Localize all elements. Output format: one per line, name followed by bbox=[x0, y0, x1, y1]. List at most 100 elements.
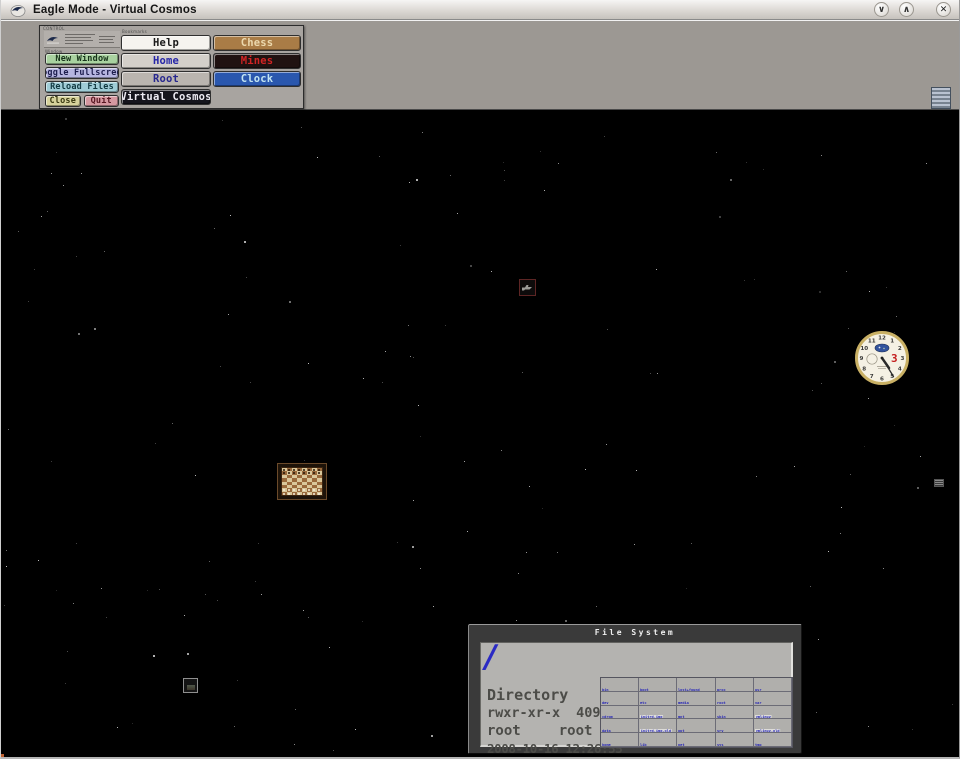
star bbox=[819, 291, 821, 293]
star bbox=[416, 179, 418, 181]
star bbox=[237, 680, 238, 681]
fs-entry[interactable]: root bbox=[716, 692, 754, 706]
star bbox=[78, 333, 80, 335]
control-strip: CONTROL Window Bookmarks New WindowToggl… bbox=[1, 20, 959, 110]
star bbox=[6, 566, 7, 567]
entry-group: root bbox=[559, 722, 593, 740]
fs-entry[interactable]: dev bbox=[601, 692, 639, 706]
fs-entry[interactable]: opt bbox=[677, 719, 715, 733]
minimize-button[interactable]: ∨ bbox=[874, 2, 889, 17]
fs-entry[interactable]: tmp bbox=[754, 733, 792, 747]
distant-panel-thumbnail[interactable] bbox=[934, 479, 944, 487]
star bbox=[926, 163, 927, 164]
star bbox=[794, 466, 795, 467]
star bbox=[504, 170, 505, 171]
star bbox=[94, 328, 96, 330]
btn-reload-files[interactable]: Reload Files bbox=[45, 81, 119, 93]
star bbox=[4, 605, 5, 606]
fs-entry[interactable]: bin bbox=[601, 678, 639, 692]
fs-entry[interactable]: lost+found bbox=[677, 678, 715, 692]
btn-toggle-fullscreen[interactable]: Toggle Fullscreen bbox=[45, 67, 119, 79]
file-system-content: / Directory rwxr-xr-x 4096 root root 200… bbox=[480, 642, 793, 747]
star bbox=[303, 610, 304, 611]
star bbox=[195, 475, 196, 476]
fs-entry[interactable]: var bbox=[754, 692, 792, 706]
btn-quit[interactable]: Quit bbox=[84, 95, 120, 107]
star bbox=[317, 157, 318, 158]
btn-chess[interactable]: Chess bbox=[213, 35, 301, 51]
fs-entry[interactable]: initrd.img bbox=[639, 706, 677, 720]
fs-entry[interactable]: proc bbox=[716, 678, 754, 692]
btn-help[interactable]: Help bbox=[121, 35, 211, 51]
star bbox=[230, 215, 231, 216]
star bbox=[214, 228, 215, 229]
star bbox=[51, 173, 52, 174]
fs-entry[interactable]: vmlinuz.old bbox=[754, 719, 792, 733]
fs-entry[interactable]: data bbox=[601, 719, 639, 733]
clock-widget[interactable]: 121234567891011 3 bbox=[854, 330, 910, 386]
star bbox=[596, 606, 597, 607]
titlebar[interactable]: Eagle Mode - Virtual Cosmos ∨ ∧ ✕ bbox=[1, 0, 959, 20]
fs-entry[interactable]: vmlinuz bbox=[754, 706, 792, 720]
about-block bbox=[44, 31, 120, 48]
fs-entry[interactable]: etc bbox=[639, 692, 677, 706]
btn-virtual-cosmos[interactable]: Virtual Cosmos bbox=[121, 89, 211, 105]
fs-entry[interactable]: cdrom bbox=[601, 706, 639, 720]
star bbox=[526, 552, 527, 553]
resize-corner[interactable] bbox=[1, 754, 4, 757]
btn-new-window[interactable]: New Window bbox=[45, 53, 119, 65]
star bbox=[850, 474, 851, 475]
btn-mines[interactable]: Mines bbox=[213, 53, 301, 69]
fs-entry[interactable]: home bbox=[601, 733, 639, 747]
star bbox=[491, 271, 492, 272]
small-applet-thumbnail[interactable] bbox=[183, 678, 198, 693]
fs-entry[interactable]: initrd.img.old bbox=[639, 719, 677, 733]
fs-entry[interactable]: usr bbox=[754, 678, 792, 692]
btn-clock[interactable]: Clock bbox=[213, 71, 301, 87]
close-window-button[interactable]: ✕ bbox=[936, 2, 951, 17]
star bbox=[172, 423, 173, 424]
star bbox=[952, 704, 953, 705]
star bbox=[410, 356, 411, 357]
fs-entry[interactable]: srv bbox=[716, 719, 754, 733]
star bbox=[821, 383, 822, 384]
btn-root[interactable]: Root bbox=[121, 71, 211, 87]
fs-entry-name: net bbox=[678, 743, 685, 747]
star bbox=[522, 372, 523, 373]
star bbox=[812, 390, 813, 391]
star bbox=[894, 425, 895, 426]
star bbox=[155, 443, 156, 444]
maximize-button[interactable]: ∧ bbox=[899, 2, 914, 17]
star bbox=[763, 169, 764, 170]
star bbox=[840, 533, 841, 534]
svg-text:3: 3 bbox=[901, 356, 905, 362]
fs-entry[interactable]: boot bbox=[639, 678, 677, 692]
btn-home[interactable]: Home bbox=[121, 53, 211, 69]
star bbox=[445, 325, 446, 326]
fs-entry[interactable]: sbin bbox=[716, 706, 754, 720]
star bbox=[250, 382, 251, 383]
fs-entry[interactable]: media bbox=[677, 692, 715, 706]
star bbox=[457, 213, 458, 214]
star bbox=[18, 231, 19, 232]
btn-close[interactable]: Close bbox=[45, 95, 81, 107]
star bbox=[450, 175, 451, 176]
fs-entry-name: lib bbox=[640, 743, 647, 747]
directory-grid: binbootlost+foundprocusr devetcmediarootv… bbox=[600, 677, 793, 748]
star bbox=[258, 543, 259, 544]
fs-entry[interactable]: net bbox=[677, 733, 715, 747]
star bbox=[67, 651, 68, 652]
fs-entry-name: tmp bbox=[755, 743, 762, 747]
star bbox=[329, 647, 330, 648]
cosmos-viewport[interactable]: 121234567891011 3 File System / Director… bbox=[1, 111, 959, 759]
fs-entry[interactable]: mnt bbox=[677, 706, 715, 720]
panel-resize-grip[interactable] bbox=[931, 87, 951, 109]
fs-entry[interactable]: lib bbox=[639, 733, 677, 747]
star bbox=[834, 361, 836, 363]
file-system-panel[interactable]: File System / Directory rwxr-xr-x 4096 r… bbox=[468, 624, 802, 754]
fs-entry[interactable]: sys bbox=[716, 733, 754, 747]
mines-thumbnail[interactable] bbox=[519, 279, 536, 296]
chess-thumbnail[interactable] bbox=[277, 463, 327, 500]
fs-entry-name: sys bbox=[717, 743, 724, 747]
star bbox=[848, 328, 849, 329]
